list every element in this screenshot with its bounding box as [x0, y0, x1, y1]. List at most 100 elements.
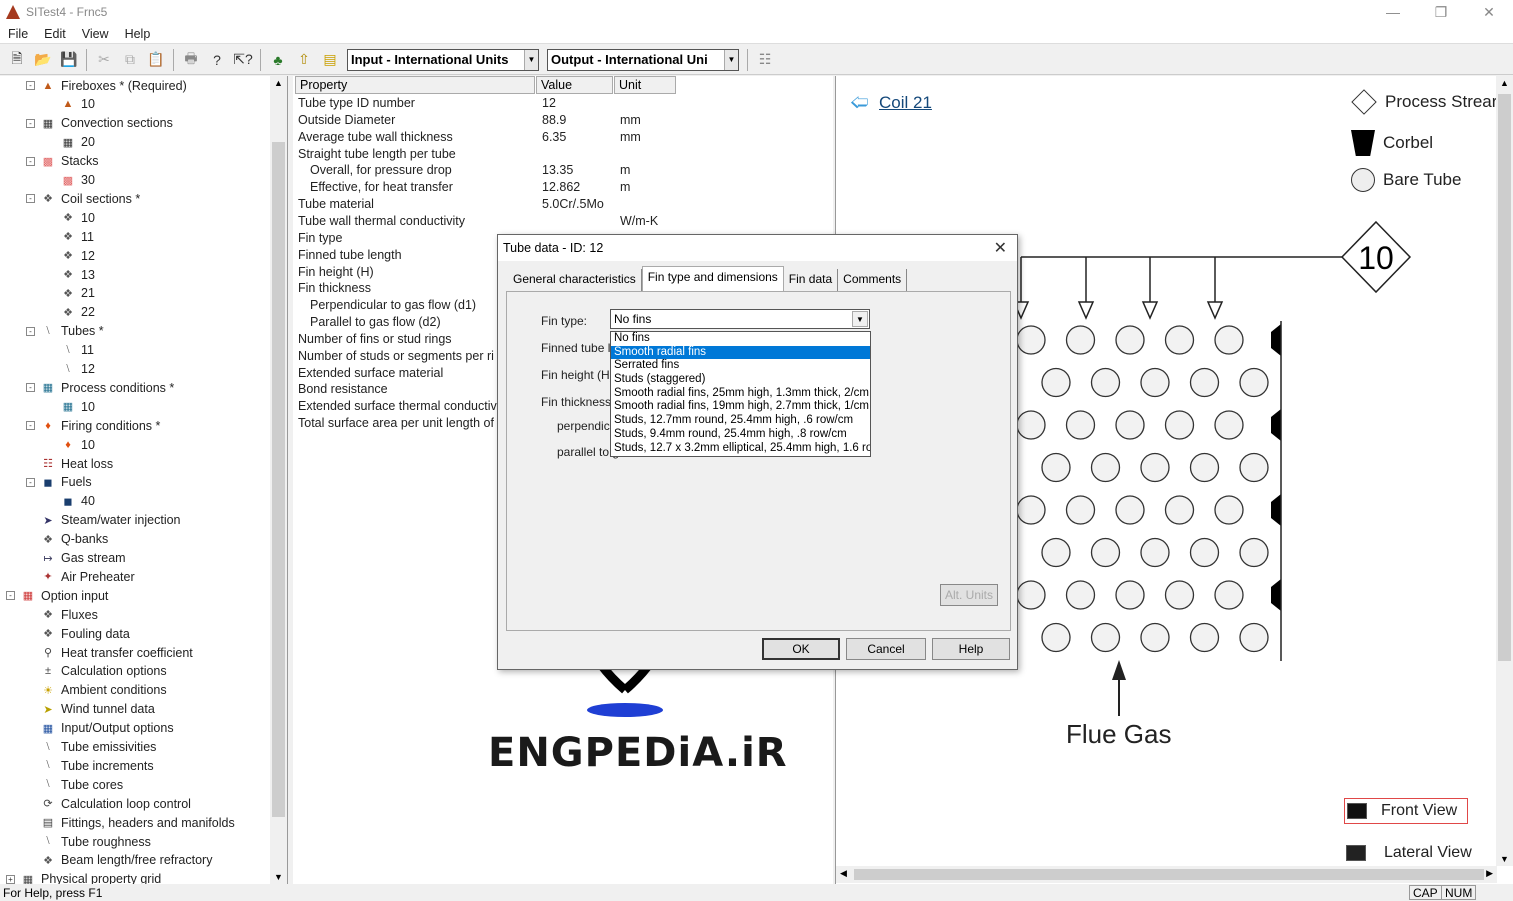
tree-item[interactable]: ✦ Air Preheater	[40, 567, 134, 586]
tree-scroll-thumb[interactable]	[272, 142, 285, 817]
fin-type-option[interactable]: Studs, 12.7 x 3.2mm elliptical, 25.4mm h…	[611, 442, 870, 456]
collapse-icon[interactable]: -	[26, 421, 35, 431]
expand-icon[interactable]: +	[6, 874, 15, 884]
tree-item[interactable]: ± Calculation options	[40, 662, 167, 681]
tree-item[interactable]: ☀ Ambient conditions	[40, 681, 167, 700]
open-folder-icon[interactable]: 📂	[32, 49, 54, 71]
up-arrow-icon[interactable]: ⇧	[293, 49, 315, 71]
property-row[interactable]: Straight tube length per tube	[293, 147, 833, 164]
collapse-icon[interactable]: -	[6, 591, 15, 601]
property-row[interactable]: Tube type ID number 12	[293, 96, 833, 113]
tree-item[interactable]: ♦ 10	[60, 435, 95, 454]
context-help-icon[interactable]: ⇱?	[232, 49, 254, 71]
print-icon[interactable]: 🖶	[180, 49, 202, 71]
menu-edit[interactable]: Edit	[36, 27, 74, 41]
tree-item[interactable]: ▲ Fireboxes * (Required)	[40, 76, 187, 95]
tree-item[interactable]: ▦ Physical property grid	[20, 870, 161, 884]
output-units-select[interactable]: Output - International Uni ▼	[547, 48, 739, 71]
scroll-down-icon[interactable]: ▼	[1500, 854, 1509, 864]
tree-item[interactable]: ▦ 10	[60, 397, 95, 416]
collapse-icon[interactable]: -	[26, 81, 35, 90]
property-row[interactable]: Effective, for heat transfer 12.862 m	[293, 180, 833, 197]
layout-icon[interactable]: ☷	[754, 49, 776, 71]
tree-item[interactable]: ❖ Beam length/free refractory	[40, 851, 212, 870]
fin-type-option[interactable]: Studs, 12.7mm round, 25.4mm high, .6 row…	[611, 414, 870, 428]
property-row[interactable]: Tube material 5.0Cr/.5Mo	[293, 197, 833, 214]
tree-item[interactable]: ⧵ Tube increments	[40, 756, 153, 775]
view-hscroll-thumb[interactable]	[854, 869, 1484, 880]
collapse-icon[interactable]: -	[26, 383, 35, 393]
menu-file[interactable]: File	[0, 27, 36, 41]
menu-help[interactable]: Help	[117, 27, 159, 41]
lateral-view-button[interactable]: Lateral View	[1344, 840, 1484, 866]
folder-icon[interactable]: ▤	[319, 49, 341, 71]
tree-item[interactable]: ❖ Coil sections *	[40, 189, 140, 208]
tab-comments[interactable]: Comments	[838, 269, 908, 291]
menu-view[interactable]: View	[74, 27, 117, 41]
tree-item[interactable]: ⧵ 12	[60, 360, 95, 379]
scroll-left-icon[interactable]: ◀	[840, 868, 847, 879]
ok-button[interactable]: OK	[762, 638, 840, 660]
help-button[interactable]: Help	[932, 638, 1010, 660]
view-vscroll-thumb[interactable]	[1498, 94, 1511, 661]
tree-item[interactable]: ⧵ Tube cores	[40, 775, 123, 794]
tree-item[interactable]: ♦ Firing conditions *	[40, 416, 160, 435]
fin-type-option[interactable]: No fins	[611, 332, 870, 346]
tree-item[interactable]: ❖ 10	[60, 208, 95, 227]
tree-item[interactable]: ❖ 11	[60, 227, 94, 246]
tree-item[interactable]: ❖ 12	[60, 246, 95, 265]
tree-item[interactable]: ⚲ Heat transfer coefficient	[40, 643, 193, 662]
property-row[interactable]: Average tube wall thickness 6.35 mm	[293, 130, 833, 147]
property-row[interactable]: Outside Diameter 88.9 mm	[293, 113, 833, 130]
property-row[interactable]: Tube wall thermal conductivity W/m-K	[293, 214, 833, 231]
tree-item[interactable]: ▦ Process conditions *	[40, 378, 174, 397]
save-icon[interactable]: 💾	[58, 49, 80, 71]
fin-type-dropdown-list[interactable]: No fins Smooth radial fins Serrated fins St…	[610, 331, 871, 457]
tree-item[interactable]: ➤ Wind tunnel data	[40, 700, 154, 719]
view-horizontal-scrollbar[interactable]: ◀ ▶	[836, 866, 1497, 883]
paste-icon[interactable]: 📋	[145, 49, 167, 71]
alt-units-button[interactable]: Alt. Units	[940, 584, 998, 606]
fin-type-option[interactable]: Serrated fins	[611, 359, 870, 373]
new-file-icon[interactable]: 🗎	[6, 49, 28, 71]
close-icon[interactable]: ✕	[994, 238, 1007, 258]
fin-type-option[interactable]: Smooth radial fins, 19mm high, 2.7mm thi…	[611, 400, 870, 414]
tree-item[interactable]: ⧵ Tubes *	[40, 322, 103, 341]
fin-type-option[interactable]: Studs, 9.4mm round, 25.4mm high, .8 row/…	[611, 428, 870, 442]
tree-item[interactable]: ▩ Stacks	[40, 152, 99, 171]
tree-item[interactable]: ▦ Option input	[20, 586, 109, 605]
tab-fin-type-and-dimensions[interactable]: Fin type and dimensions	[641, 266, 784, 291]
tree-item[interactable]: ▦ Convection sections	[40, 114, 173, 133]
collapse-icon[interactable]: -	[26, 194, 35, 204]
tree-item[interactable]: ↦ Gas stream	[40, 549, 125, 568]
cut-icon[interactable]: ✂	[93, 49, 115, 71]
tree-item[interactable]: ⟳ Calculation loop control	[40, 794, 191, 813]
collapse-icon[interactable]: -	[26, 477, 35, 487]
fin-type-option[interactable]: Studs (staggered)	[611, 373, 870, 387]
tree-item[interactable]: ▲ 10	[60, 95, 95, 114]
tree-item[interactable]: ▦ Input/Output options	[40, 719, 174, 738]
help-icon[interactable]: ?	[206, 49, 228, 71]
copy-icon[interactable]: ⧉	[119, 49, 141, 71]
minimize-button[interactable]: —	[1369, 0, 1417, 24]
tree-item[interactable]: ➤ Steam/water injection	[40, 511, 180, 530]
restore-button[interactable]: ❐	[1417, 0, 1465, 24]
tab-general-characteristics[interactable]: General characteristics	[508, 269, 642, 291]
tree-item[interactable]: ⧵ 11	[60, 341, 94, 360]
tree-item[interactable]: ⧵ Tube emissivities	[40, 738, 156, 757]
front-view-button[interactable]: Front View	[1344, 798, 1468, 824]
collapse-icon[interactable]: -	[26, 326, 35, 336]
scroll-up-icon[interactable]: ▲	[274, 78, 283, 88]
tree-item[interactable]: ▤ Fittings, headers and manifolds	[40, 813, 235, 832]
tree-item[interactable]: ☷ Heat loss	[40, 454, 113, 473]
tree-scrollbar[interactable]: ▲ ▼	[270, 76, 287, 884]
tree-item[interactable]: ❖ Fluxes	[40, 605, 98, 624]
tree-item[interactable]: ❖ 21	[60, 284, 95, 303]
fin-type-select[interactable]: No fins ▼	[610, 309, 870, 329]
tree-item[interactable]: ❖ 13	[60, 265, 95, 284]
scroll-down-icon[interactable]: ▼	[274, 872, 283, 882]
close-button[interactable]: ✕	[1465, 0, 1513, 24]
collapse-icon[interactable]: -	[26, 156, 35, 166]
tree-item[interactable]: ◼ Fuels	[40, 473, 91, 492]
fin-type-option[interactable]: Smooth radial fins	[611, 345, 870, 360]
